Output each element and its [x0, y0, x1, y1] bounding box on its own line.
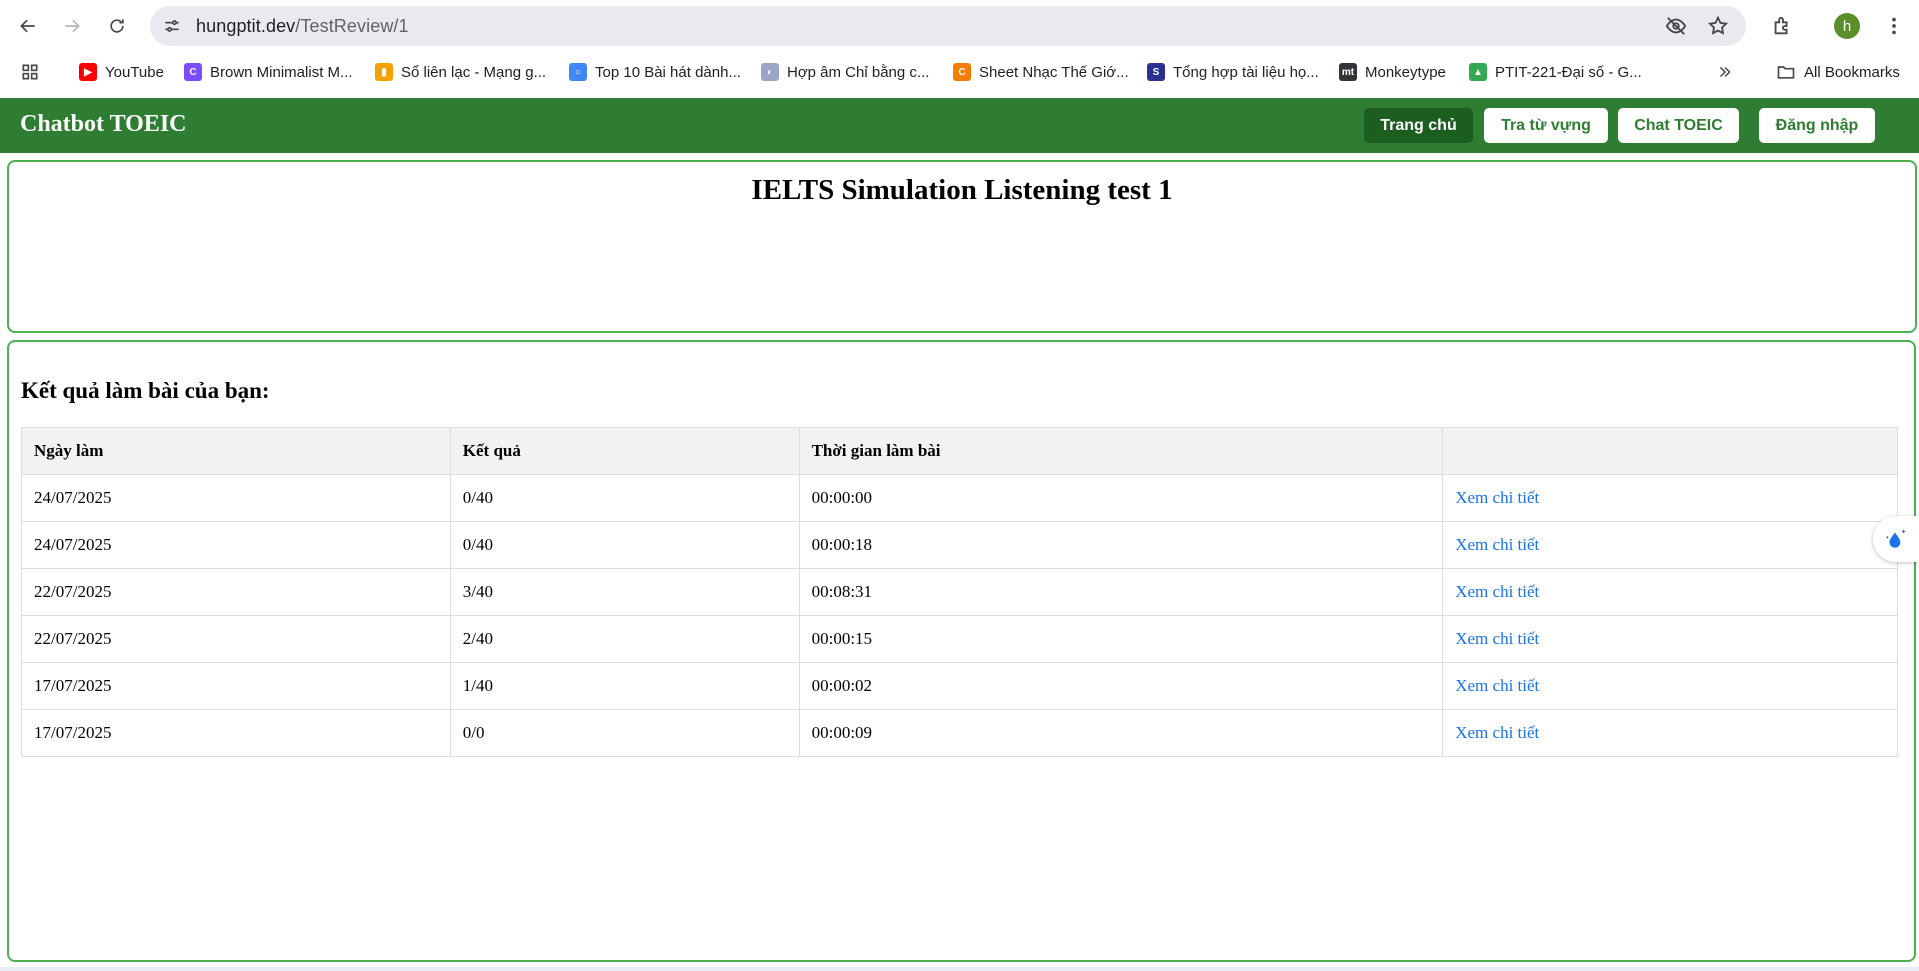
cell-date: 17/07/2025 — [21, 709, 451, 757]
view-detail-link[interactable]: Xem chi tiết — [1455, 676, 1539, 695]
back-icon[interactable] — [12, 10, 44, 42]
results-panel: Kết quả làm bài của bạn: Ngày làm Kết qu… — [7, 340, 1916, 962]
all-bookmarks-button[interactable]: All Bookmarks — [1776, 60, 1900, 84]
bookmark-label: Brown Minimalist M... — [210, 63, 353, 81]
cell-duration: 00:00:18 — [798, 521, 1444, 569]
forward-icon[interactable] — [56, 10, 88, 42]
extensions-icon[interactable] — [1766, 10, 1798, 42]
bookmark-item[interactable]: C Brown Minimalist M... — [184, 60, 353, 84]
bookmark-favicon-icon: S — [1147, 63, 1165, 81]
cell-duration: 00:00:00 — [798, 474, 1444, 522]
apps-icon[interactable] — [20, 60, 40, 84]
nav-chat-button[interactable]: Chat TOEIC — [1618, 108, 1739, 143]
view-detail-link[interactable]: Xem chi tiết — [1455, 488, 1539, 507]
bookmark-favicon-icon: mt — [1339, 63, 1357, 81]
nav-login-button[interactable]: Đăng nhập — [1759, 108, 1875, 143]
cell-score: 0/40 — [449, 474, 800, 522]
star-icon[interactable] — [1706, 14, 1730, 38]
cell-score: 0/0 — [449, 709, 800, 757]
view-detail-link[interactable]: Xem chi tiết — [1455, 535, 1539, 554]
folder-icon — [1777, 66, 1795, 79]
cell-action: Xem chi tiết — [1442, 709, 1898, 757]
bookmark-favicon-icon: ◐ — [761, 63, 779, 81]
eye-off-icon[interactable] — [1664, 14, 1688, 38]
all-bookmarks-label: All Bookmarks — [1804, 63, 1900, 81]
bookmark-item[interactable]: S Tổng hợp tài liệu họ... — [1147, 60, 1319, 84]
cell-date: 24/07/2025 — [21, 474, 451, 522]
column-header-action — [1442, 427, 1898, 475]
cell-action: Xem chi tiết — [1442, 474, 1898, 522]
bookmark-label: Hợp âm Chỉ bằng c... — [787, 63, 930, 81]
bookmark-item[interactable]: ○ Top 10 Bài hát dành... — [569, 60, 741, 84]
view-detail-link[interactable]: Xem chi tiết — [1455, 629, 1539, 648]
url-text[interactable]: hungptit.dev/TestReview/1 — [196, 16, 409, 37]
cell-date: 24/07/2025 — [21, 521, 451, 569]
nav-vocabulary-button[interactable]: Tra từ vựng — [1484, 108, 1608, 143]
cell-score: 1/40 — [449, 662, 800, 710]
bookmark-favicon-icon: ▶ — [79, 63, 97, 81]
site-settings-icon[interactable] — [160, 14, 184, 38]
table-row: 17/07/2025 0/0 00:00:09 Xem chi tiết — [21, 709, 1898, 757]
column-header-score: Kết quả — [449, 427, 800, 475]
cell-duration: 00:00:15 — [798, 615, 1444, 663]
bookmark-item[interactable]: ▮ Sổ liên lạc - Mạng g... — [375, 60, 546, 84]
table-row: 24/07/2025 0/40 00:00:18 Xem chi tiết — [21, 521, 1898, 569]
table-row: 22/07/2025 3/40 00:08:31 Xem chi tiết — [21, 568, 1898, 616]
cell-date: 17/07/2025 — [21, 662, 451, 710]
browser-toolbar: hungptit.dev/TestReview/1 h — [0, 0, 1919, 52]
bookmark-favicon-icon: ▲ — [1469, 63, 1487, 81]
cell-action: Xem chi tiết — [1442, 615, 1898, 663]
bookmark-label: Sổ liên lạc - Mạng g... — [401, 63, 547, 81]
table-row: 22/07/2025 2/40 00:00:15 Xem chi tiết — [21, 615, 1898, 663]
results-heading: Kết quả làm bài của bạn: — [21, 378, 270, 403]
bookmark-favicon-icon: C — [184, 63, 202, 81]
nav-home-button[interactable]: Trang chủ — [1364, 108, 1473, 143]
cell-score: 0/40 — [449, 521, 800, 569]
bookmark-favicon-icon: ▮ — [375, 63, 393, 81]
menu-icon[interactable] — [1878, 10, 1910, 42]
water-drop-icon[interactable] — [1873, 516, 1919, 562]
bookmark-label: Tổng hợp tài liệu họ... — [1173, 63, 1319, 81]
bookmarks-bar: ▶ YouTube C Brown Minimalist M... ▮ Sổ liên l… — [0, 52, 1919, 92]
page-title: IELTS Simulation Listening test 1 — [751, 174, 1173, 206]
bookmark-label: Monkeytype — [1365, 63, 1446, 81]
address-bar[interactable]: hungptit.dev/TestReview/1 — [150, 6, 1746, 46]
cell-duration: 00:00:09 — [798, 709, 1444, 757]
site-header: Chatbot TOEIC Trang chủ Tra từ vựng Chat… — [0, 98, 1919, 153]
cell-action: Xem chi tiết — [1442, 662, 1898, 710]
cell-score: 3/40 — [449, 568, 800, 616]
cell-duration: 00:00:02 — [798, 662, 1444, 710]
bookmark-favicon-icon: C — [953, 63, 971, 81]
bookmark-label: YouTube — [105, 63, 164, 81]
column-header-duration: Thời gian làm bài — [798, 427, 1444, 475]
cell-date: 22/07/2025 — [21, 568, 451, 616]
reload-icon[interactable] — [101, 10, 133, 42]
cell-action: Xem chi tiết — [1442, 521, 1898, 569]
cell-action: Xem chi tiết — [1442, 568, 1898, 616]
view-detail-link[interactable]: Xem chi tiết — [1455, 723, 1539, 742]
results-table: Ngày làm Kết quả Thời gian làm bài 24/07… — [21, 427, 1898, 757]
window-bottom-edge — [0, 967, 1919, 971]
table-header-row: Ngày làm Kết quả Thời gian làm bài — [21, 427, 1898, 475]
profile-avatar[interactable]: h — [1834, 13, 1860, 39]
bookmark-label: Sheet Nhạc Thế Giớ... — [979, 63, 1129, 81]
cell-date: 22/07/2025 — [21, 615, 451, 663]
bookmark-item[interactable]: ▲ PTIT-221-Đại số - G... — [1469, 60, 1642, 84]
table-row: 17/07/2025 1/40 00:00:02 Xem chi tiết — [21, 662, 1898, 710]
cell-duration: 00:08:31 — [798, 568, 1444, 616]
table-row: 24/07/2025 0/40 00:00:00 Xem chi tiết — [21, 474, 1898, 522]
bookmark-item[interactable]: mt Monkeytype — [1339, 60, 1446, 84]
bookmark-label: PTIT-221-Đại số - G... — [1495, 63, 1642, 81]
bookmark-label: Top 10 Bài hát dành... — [595, 63, 741, 81]
bookmark-item[interactable]: ▶ YouTube — [79, 60, 164, 84]
bookmark-favicon-icon: ○ — [569, 63, 587, 81]
column-header-date: Ngày làm — [21, 427, 451, 475]
brand-title[interactable]: Chatbot TOEIC — [20, 111, 187, 138]
view-detail-link[interactable]: Xem chi tiết — [1455, 582, 1539, 601]
test-title-panel: IELTS Simulation Listening test 1 — [7, 160, 1917, 333]
bookmark-item[interactable]: ◐ Hợp âm Chỉ bằng c... — [761, 60, 929, 84]
bookmark-item[interactable]: C Sheet Nhạc Thế Giớ... — [953, 60, 1129, 84]
chevron-more-icon[interactable] — [1716, 60, 1734, 84]
cell-score: 2/40 — [449, 615, 800, 663]
